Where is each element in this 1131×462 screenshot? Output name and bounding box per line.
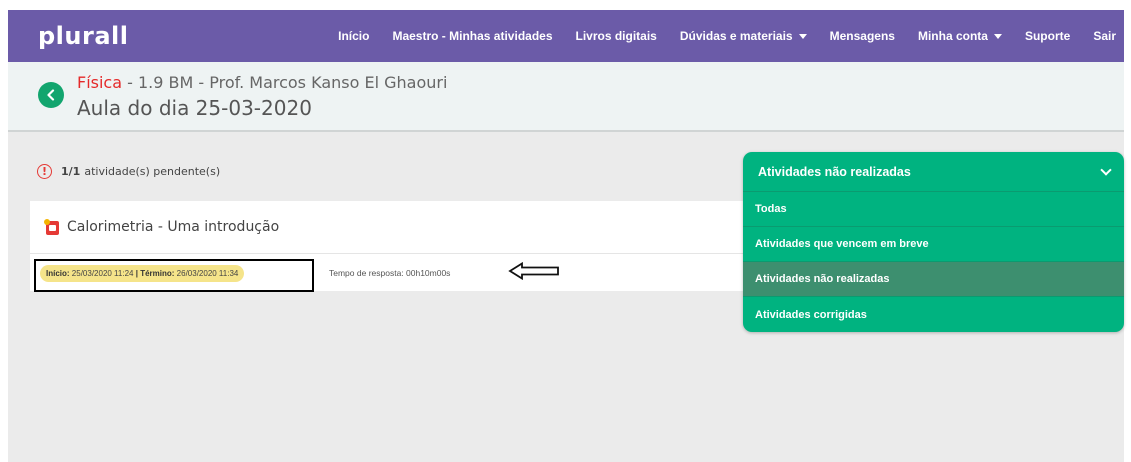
divider [30,253,750,254]
caret-down-icon [993,33,1002,39]
nav-label: Mensagens [829,29,895,43]
activity-filter-dropdown: Atividades não realizadas Todas Atividad… [743,152,1124,332]
pending-status: ! 1/1 atividade(s) pendente(s) [37,164,220,179]
filter-option-todas[interactable]: Todas [743,192,1124,227]
nav-label: Início [338,29,370,43]
pending-label: atividade(s) pendente(s) [84,165,221,178]
class-teacher: - 1.9 BM - Prof. Marcos Kanso El Ghaouri [122,73,448,92]
pending-count: 1/1 [61,165,81,178]
nav-sair[interactable]: Sair [1093,29,1116,43]
nav-label: Dúvidas e materiais [679,29,793,43]
response-time: Tempo de resposta: 00h10m00s [329,268,451,278]
filter-selected: Atividades não realizadas [758,164,911,179]
start-value: 25/03/2020 11:24 [71,269,134,278]
date-separator: | [135,269,138,278]
arrow-left-icon [508,262,559,280]
chevron-down-icon [1100,163,1112,176]
nav-maestro[interactable]: Maestro - Minhas atividades [392,29,552,43]
nav-inicio[interactable]: Início [338,29,369,43]
plurall-logo[interactable]: plurall [38,22,128,50]
nav-label: Suporte [1024,29,1071,43]
main-menu: Início Maestro - Minhas atividades Livro… [315,10,1116,62]
activity-card[interactable]: Calorimetria - Uma introdução Início: 25… [30,201,750,292]
filter-option-corrigidas[interactable]: Atividades corrigidas [743,297,1124,332]
chevron-left-icon [47,89,55,101]
nav-label: Livros digitais [575,29,657,43]
activity-title[interactable]: Calorimetria - Uma introdução [67,219,279,235]
breadcrumb: Física - 1.9 BM - Prof. Marcos Kanso El … [77,73,447,92]
nav-label: Minha conta [917,29,988,43]
nav-mensagens[interactable]: Mensagens [830,29,895,43]
filter-toggle[interactable]: Atividades não realizadas [743,152,1124,192]
filter-option-vencem-em-breve[interactable]: Atividades que vencem em breve [743,227,1124,262]
page-title: Aula do dia 25-03-2020 [77,96,312,120]
nav-suporte[interactable]: Suporte [1025,29,1070,43]
nav-duvidas-materiais[interactable]: Dúvidas e materiais [680,29,807,43]
nav-livros-digitais[interactable]: Livros digitais [576,29,657,43]
end-value: 26/03/2020 11:34 [176,269,239,278]
filter-option-nao-realizadas[interactable]: Atividades não realizadas [743,262,1124,297]
alert-circle-icon: ! [37,164,52,179]
end-label: Término: [140,269,175,278]
date-badge: Início: 25/03/2020 11:24 | Término: 26/0… [40,265,245,282]
start-label: Início: [46,269,70,278]
caret-down-icon [798,33,807,39]
nav-minha-conta[interactable]: Minha conta [918,29,1002,43]
activity-icon [44,219,59,235]
subject-name: Física [77,73,123,92]
nav-label: Sair [1093,29,1116,43]
back-button[interactable] [38,82,64,108]
nav-label: Maestro - Minhas atividades [392,29,553,43]
lesson-header: Física - 1.9 BM - Prof. Marcos Kanso El … [8,62,1124,132]
top-navbar: plurall Início Maestro - Minhas atividad… [8,10,1124,62]
